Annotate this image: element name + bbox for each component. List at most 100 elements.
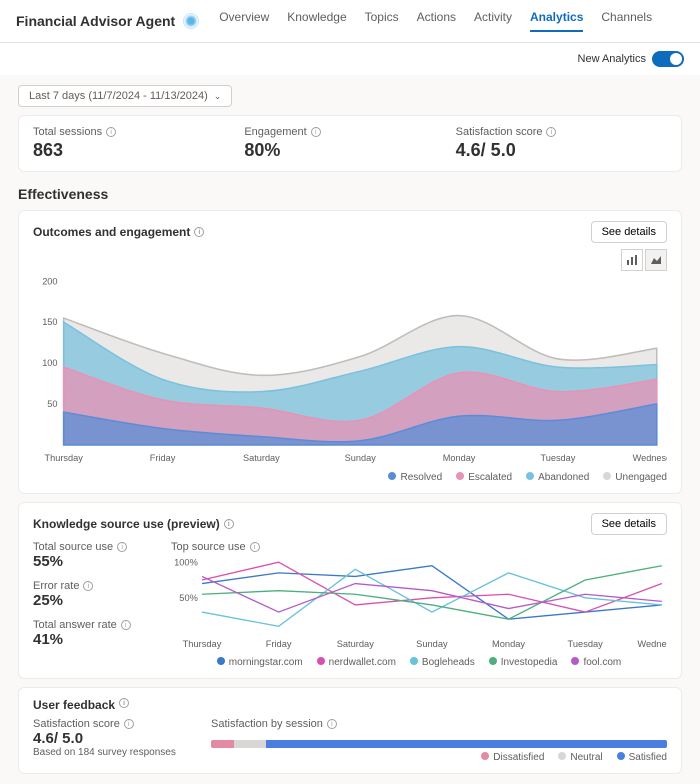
legend-dot [410, 657, 418, 665]
chart-subtitle: Top source use [171, 541, 246, 553]
info-icon[interactable] [124, 719, 134, 729]
legend-label: morningstar.com [229, 657, 303, 668]
card-title: Knowledge source use (preview) [33, 517, 220, 531]
knowledge-stats: Total source use55% Error rate25% Total … [33, 541, 153, 668]
info-icon[interactable] [224, 519, 234, 529]
kpi-value: 4.6/ 5.0 [456, 140, 667, 161]
svg-text:Saturday: Saturday [337, 639, 375, 649]
legend-dot [317, 657, 325, 665]
stat-value: 41% [33, 631, 153, 648]
satisfaction-bar-chart [211, 740, 667, 748]
legend-dot [489, 657, 497, 665]
see-details-button[interactable]: See details [591, 221, 667, 243]
outcomes-card: Outcomes and engagement See details 50 10… [18, 210, 682, 494]
knowledge-line-chart: 100%50%ThursdayFridaySaturdaySundayMonda… [171, 557, 667, 650]
kpi-label: Satisfaction score [456, 126, 543, 138]
legend-label: nerdwallet.com [329, 657, 396, 668]
legend-label: Bogleheads [422, 657, 475, 668]
chevron-down-icon: ⌄ [214, 91, 222, 102]
knowledge-legend: morningstar.com nerdwallet.com Boglehead… [171, 657, 667, 668]
kpi-label: Total sessions [33, 126, 102, 138]
svg-text:50%: 50% [179, 593, 198, 603]
svg-text:150: 150 [42, 317, 57, 327]
agent-logo-icon [183, 13, 199, 29]
svg-text:100: 100 [42, 358, 57, 368]
stat-label: Total source use [33, 541, 113, 553]
svg-text:Thursday: Thursday [45, 453, 84, 463]
info-icon[interactable] [546, 127, 556, 137]
sub-toolbar: New Analytics [0, 43, 700, 75]
legend-dot [526, 472, 534, 480]
legend-label: Investopedia [501, 657, 558, 668]
date-range-picker[interactable]: Last 7 days (11/7/2024 - 11/13/2024) ⌄ [18, 85, 232, 107]
svg-text:Tuesday: Tuesday [540, 453, 575, 463]
svg-text:50: 50 [47, 399, 57, 409]
kpi-value: 863 [33, 140, 244, 161]
chart-subtitle: Satisfaction by session [211, 718, 323, 730]
kpi-satisfaction: Satisfaction score 4.6/ 5.0 [456, 126, 667, 161]
info-icon[interactable] [106, 127, 116, 137]
legend-label: fool.com [583, 657, 621, 668]
legend-dot [571, 657, 579, 665]
legend-dot [558, 752, 566, 760]
info-icon[interactable] [117, 542, 127, 552]
bar-chart-icon[interactable] [621, 249, 643, 271]
info-icon[interactable] [311, 127, 321, 137]
svg-text:Monday: Monday [492, 639, 525, 649]
info-icon[interactable] [194, 227, 204, 237]
outcomes-area-chart: 50 100 150 200 Thursday Friday Saturday Sunday M… [33, 271, 667, 465]
info-icon[interactable] [119, 698, 129, 708]
svg-text:Monday: Monday [443, 453, 476, 463]
tab-analytics[interactable]: Analytics [530, 10, 583, 32]
outcomes-legend: Resolved Escalated Abandoned Unengaged [33, 472, 667, 483]
stat-label: Total answer rate [33, 619, 117, 631]
knowledge-card: Knowledge source use (preview) See detai… [18, 502, 682, 679]
legend-label: Resolved [400, 472, 442, 483]
stat-label: Error rate [33, 580, 79, 592]
svg-text:Friday: Friday [266, 639, 292, 649]
svg-text:Thursday: Thursday [183, 639, 222, 649]
stat-sub: Based on 184 survey responses [33, 747, 193, 758]
card-title: User feedback [33, 698, 115, 712]
kpi-engagement: Engagement 80% [244, 126, 455, 161]
stat-label: Satisfaction score [33, 718, 120, 730]
agent-title: Financial Advisor Agent [16, 13, 175, 29]
card-title: Outcomes and engagement [33, 225, 190, 239]
tab-overview[interactable]: Overview [219, 10, 269, 32]
tab-topics[interactable]: Topics [365, 10, 399, 32]
svg-text:Wednesday: Wednesday [637, 639, 667, 649]
kpi-total-sessions: Total sessions 863 [33, 126, 244, 161]
info-icon[interactable] [327, 719, 337, 729]
see-details-button[interactable]: See details [591, 513, 667, 535]
legend-label: Abandoned [538, 472, 589, 483]
new-analytics-toggle[interactable] [652, 51, 684, 67]
feedback-legend: Dissatisfied Neutral Satisfied [211, 752, 667, 763]
tab-knowledge[interactable]: Knowledge [287, 10, 346, 32]
svg-text:Sunday: Sunday [345, 453, 377, 463]
svg-text:Saturday: Saturday [243, 453, 280, 463]
legend-dot [481, 752, 489, 760]
info-icon[interactable] [250, 542, 260, 552]
stat-value: 4.6/ 5.0 [33, 730, 193, 747]
legend-label: Neutral [570, 752, 602, 763]
tab-actions[interactable]: Actions [417, 10, 456, 32]
tab-activity[interactable]: Activity [474, 10, 512, 32]
legend-label: Unengaged [615, 472, 667, 483]
legend-label: Escalated [468, 472, 512, 483]
tab-channels[interactable]: Channels [601, 10, 652, 32]
info-icon[interactable] [83, 581, 93, 591]
legend-label: Dissatisfied [493, 752, 544, 763]
svg-text:Friday: Friday [150, 453, 176, 463]
app-header: Financial Advisor Agent Overview Knowled… [0, 0, 700, 43]
kpi-label: Engagement [244, 126, 306, 138]
svg-text:Wednesday: Wednesday [633, 453, 667, 463]
kpi-value: 80% [244, 140, 455, 161]
legend-dot [388, 472, 396, 480]
legend-dot [217, 657, 225, 665]
area-chart-icon[interactable] [645, 249, 667, 271]
legend-dot [603, 472, 611, 480]
stat-value: 55% [33, 553, 153, 570]
svg-text:200: 200 [42, 276, 57, 286]
info-icon[interactable] [121, 620, 131, 630]
svg-text:Sunday: Sunday [416, 639, 448, 649]
